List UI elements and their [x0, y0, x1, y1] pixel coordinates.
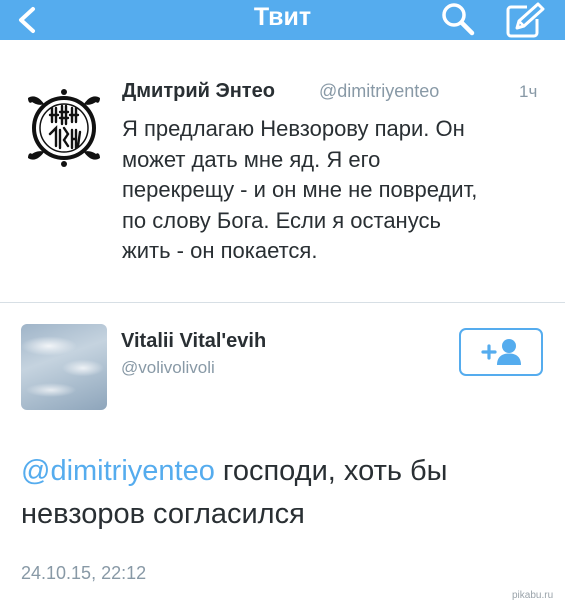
tweet-timestamp: 1ч	[519, 82, 538, 101]
reply-timestamp: 24.10.15, 22:12	[21, 563, 147, 583]
tweet-text-line: жить - он покается.	[122, 238, 318, 263]
page-title: Твит	[253, 3, 312, 31]
add-user-icon	[481, 339, 521, 365]
mention-link[interactable]: @dimitriyenteo	[21, 455, 215, 487]
tweet-text-line: перекрещу - и он мне не повредит,	[122, 177, 478, 202]
tweet-author-handle[interactable]: @dimitriyenteo	[319, 81, 439, 102]
tweet-divider	[0, 302, 565, 303]
sky-clouds-avatar[interactable]	[21, 324, 107, 410]
search-icon[interactable]	[441, 2, 475, 36]
reply-author-handle[interactable]: @volivolivoli	[121, 358, 215, 378]
reply-author-name[interactable]: Vitalii Vital'evih	[121, 330, 266, 353]
tweet-text-line: Я предлагаю Невзорову пари. Он	[122, 116, 465, 141]
original-tweet[interactable]: Дмитрий Энтео @dimitriyenteo 1ч Я предла…	[0, 40, 565, 302]
tweet-author-name[interactable]: Дмитрий Энтео	[122, 80, 275, 103]
tweet-text-line: по слову Бога. Если я останусь	[122, 207, 441, 233]
tweet-text: Я предлагаю Невзорову пари. Он может дат…	[122, 114, 552, 267]
follow-button[interactable]	[459, 328, 543, 376]
reply-text: @dimitriyenteo господи, хоть бы невзоров…	[21, 450, 551, 536]
reply-text-rest: господи, хоть бы	[214, 455, 448, 487]
top-navigation-bar: Твит	[0, 0, 565, 40]
watermark: pikabu.ru	[512, 590, 554, 601]
emblem-avatar[interactable]	[20, 78, 108, 178]
reply-text-line: невзоров согласился	[21, 498, 305, 530]
reply-text-line: @dimitriyenteo господи, хоть бы	[21, 450, 551, 493]
compose-icon[interactable]	[505, 2, 545, 38]
tweet-text-line: может дать мне яд. Я его	[122, 146, 381, 172]
